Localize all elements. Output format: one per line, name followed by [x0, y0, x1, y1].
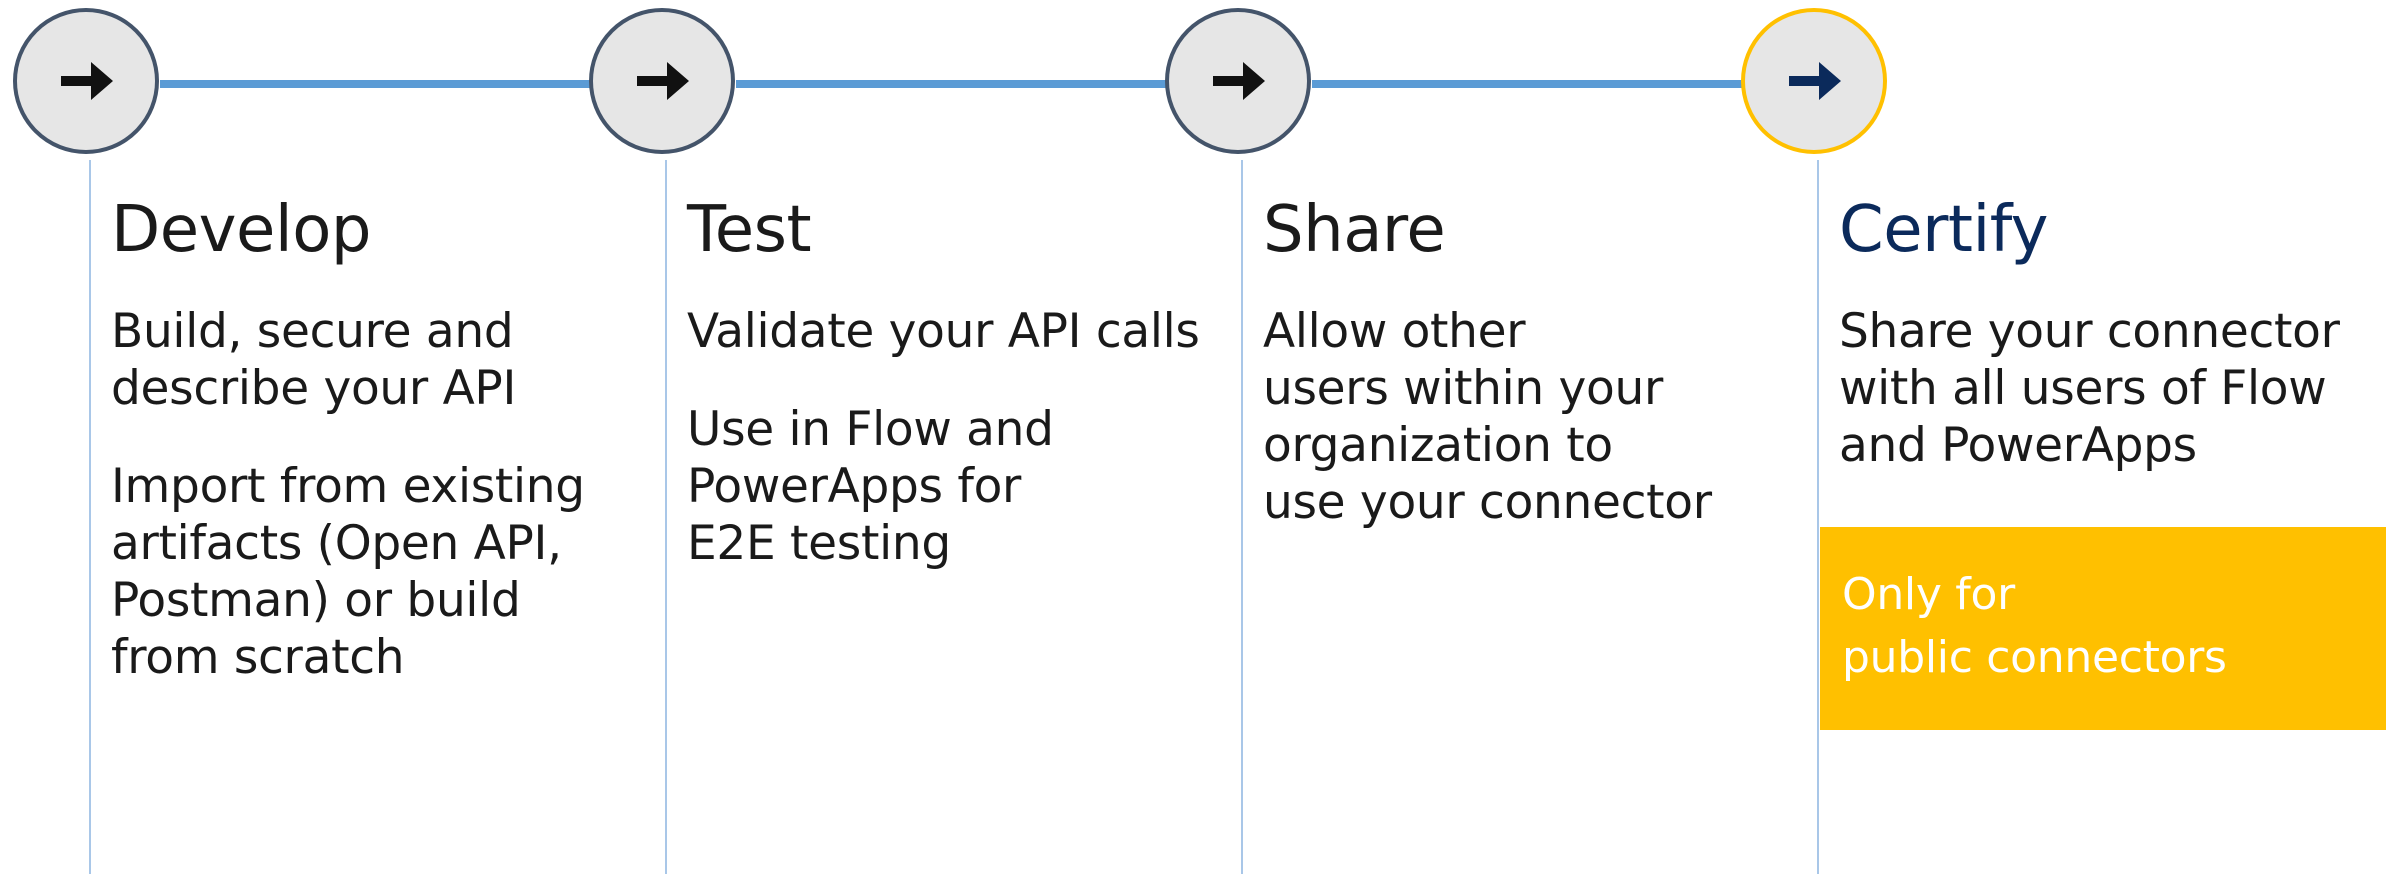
detail-line: PowerApps for — [687, 459, 1022, 514]
description-line: Validate your API calls — [687, 304, 1200, 359]
step-divider-develop — [89, 160, 91, 874]
step-title: Share — [1263, 193, 1446, 267]
step-certify-circle — [1741, 8, 1887, 154]
detail-line: Use in Flow and — [687, 402, 1054, 457]
step-detail: Import from existing artifacts (Open API… — [111, 458, 585, 686]
description-line: Build, secure and — [111, 304, 514, 359]
step-develop-circle — [13, 8, 159, 154]
step-detail: Use in Flow and PowerApps for E2E testin… — [687, 401, 1200, 572]
note-line: Only for — [1842, 569, 2015, 620]
arrow-right-icon — [637, 62, 689, 100]
public-connectors-note: Only for public connectors — [1820, 527, 2386, 730]
step-test: Test Validate your API calls Use in Flow… — [687, 190, 1200, 572]
step-divider-share — [1241, 160, 1243, 874]
arrow-right-icon — [1789, 62, 1841, 100]
connector-line-3 — [1312, 80, 1752, 88]
step-share: Share Allow other users within your orga… — [1263, 190, 1712, 531]
arrow-right-icon — [61, 62, 113, 100]
step-share-circle — [1165, 8, 1311, 154]
description-line: Allow other — [1263, 304, 1526, 359]
step-description: Allow other users within your organizati… — [1263, 303, 1712, 531]
description-line: and PowerApps — [1839, 418, 2197, 473]
description-line: use your connector — [1263, 475, 1712, 530]
step-description: Validate your API calls — [687, 303, 1200, 360]
detail-line: artifacts (Open API, — [111, 516, 562, 571]
step-description: Share your connector with all users of F… — [1839, 303, 2340, 474]
detail-line: Postman) or build — [111, 573, 521, 628]
step-title: Develop — [111, 193, 371, 267]
detail-line: from scratch — [111, 630, 405, 685]
step-develop: Develop Build, secure and describe your … — [111, 190, 585, 686]
description-line: users within your — [1263, 361, 1664, 416]
step-description: Build, secure and describe your API — [111, 303, 585, 417]
detail-line: E2E testing — [687, 516, 951, 571]
note-line: public connectors — [1842, 632, 2227, 683]
step-divider-certify — [1817, 160, 1819, 874]
description-line: with all users of Flow — [1839, 361, 2327, 416]
description-line: organization to — [1263, 418, 1613, 473]
description-line: describe your API — [111, 361, 517, 416]
arrow-right-icon — [1213, 62, 1265, 100]
step-divider-test — [665, 160, 667, 874]
connector-line-1 — [160, 80, 600, 88]
step-test-circle — [589, 8, 735, 154]
step-title: Certify — [1839, 193, 2049, 267]
detail-line: Import from existing — [111, 459, 585, 514]
step-certify: Certify Share your connector with all us… — [1839, 190, 2340, 474]
step-title: Test — [687, 193, 812, 267]
connector-line-2 — [736, 80, 1176, 88]
description-line: Share your connector — [1839, 304, 2340, 359]
